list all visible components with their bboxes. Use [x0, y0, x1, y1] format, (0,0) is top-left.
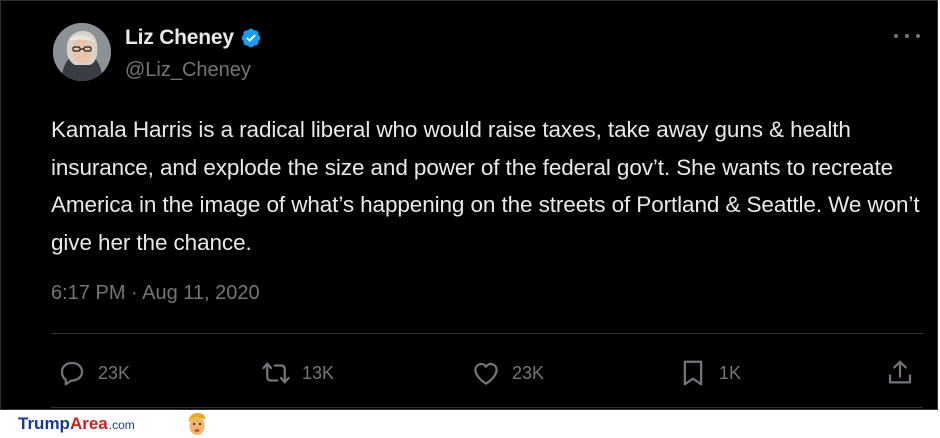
divider — [51, 333, 923, 334]
watermark-bar: Trump Area .com — [0, 410, 940, 438]
heart-icon — [474, 362, 498, 385]
watermark-dotcom: .com — [108, 418, 135, 432]
reply-button[interactable]: 23K — [57, 351, 130, 395]
share-button[interactable] — [885, 351, 915, 395]
author-name-row[interactable]: Liz Cheney — [125, 26, 262, 50]
bookmark-icon — [683, 360, 703, 386]
tweet-card: Liz Cheney @Liz_Cheney Kamala Harris is … — [0, 0, 938, 410]
bookmark-button[interactable]: 1K — [678, 351, 741, 395]
bookmark-count: 1K — [719, 362, 742, 383]
verified-badge-icon — [241, 28, 261, 48]
watermark-area: Area — [69, 414, 108, 433]
author-name[interactable]: Liz Cheney — [125, 26, 234, 50]
retweet-count: 13K — [302, 362, 335, 383]
avatar[interactable] — [53, 23, 111, 81]
watermark-face-icon — [188, 413, 206, 435]
bottom-divider — [51, 407, 923, 408]
action-bar: 23K 13K 23K 1K — [51, 351, 923, 395]
tweet-timestamp[interactable]: 6:17 PM · Aug 11, 2020 — [51, 282, 260, 305]
retweet-icon — [262, 362, 290, 384]
author-handle[interactable]: @Liz_Cheney — [125, 59, 251, 82]
share-icon — [888, 360, 912, 384]
reply-count: 23K — [98, 362, 131, 383]
reply-icon — [60, 361, 84, 386]
watermark-trump: Trump — [18, 414, 70, 433]
avatar-image — [53, 23, 111, 81]
retweet-button[interactable]: 13K — [261, 351, 334, 395]
like-count: 23K — [512, 362, 545, 383]
tweet-text: Kamala Harris is a radical liberal who w… — [51, 117, 920, 255]
watermark-logo: Trump Area .com — [18, 414, 135, 434]
more-options-icon[interactable] — [894, 31, 920, 41]
like-button[interactable]: 23K — [471, 351, 544, 395]
